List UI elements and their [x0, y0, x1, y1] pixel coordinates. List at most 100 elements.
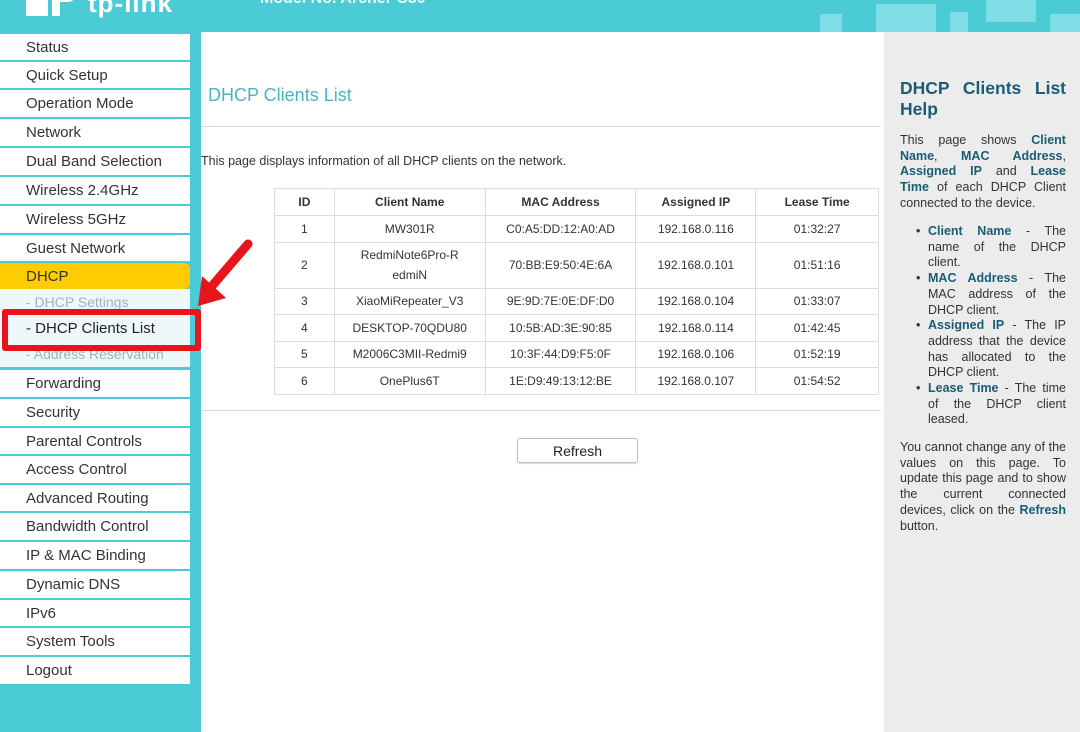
column-header-id: ID: [274, 188, 335, 216]
annotation-arrow-icon: [198, 239, 253, 306]
page-description: This page displays information of all DH…: [201, 154, 567, 168]
help-title-suffix: Help: [900, 99, 938, 119]
cell-lease-time: 01:32:27: [755, 215, 879, 243]
cell-assigned-ip: 192.168.0.114: [635, 314, 757, 342]
cell-mac-address: 1E:D9:49:13:12:BE: [484, 367, 637, 395]
page-title: DHCP Clients List: [208, 85, 352, 105]
cell-id: 4: [274, 314, 335, 342]
cell-lease-time: 01:52:19: [755, 340, 879, 368]
column-header-mac-address: MAC Address: [484, 188, 637, 216]
sidebar-item-bandwidth-control[interactable]: Bandwidth Control: [0, 513, 190, 540]
help-title: DHCP Clients List: [900, 78, 1066, 98]
cell-client-name: DESKTOP-70QDU80: [333, 314, 486, 342]
help-footer: You cannot change any of the values on t…: [900, 440, 1066, 534]
refresh-button[interactable]: Refresh: [517, 438, 638, 463]
table-row: 4 DESKTOP-70QDU80 10:5B:AD:3E:90:85 192.…: [274, 314, 879, 342]
help-bullet-term: Lease Time: [928, 381, 999, 396]
sidebar-item-forwarding[interactable]: Forwarding: [0, 370, 190, 397]
column-header-assigned-ip: Assigned IP: [635, 188, 757, 216]
header-decoration: [876, 4, 936, 32]
brand-name: tp-link: [88, 0, 173, 18]
cell-id: 5: [274, 340, 335, 368]
cell-assigned-ip: 192.168.0.104: [635, 287, 757, 315]
cell-mac-address: 10:3F:44:D9:F5:0F: [484, 340, 637, 368]
help-footer-end: button.: [900, 518, 939, 533]
table-row: 3 XiaoMiRepeater_V3 9E:9D:7E:0E:DF:D0 19…: [274, 287, 879, 315]
cell-lease-time: 01:54:52: [755, 367, 879, 395]
help-panel: DHCP Clients List Help This page shows C…: [884, 32, 1080, 732]
help-bullet: Assigned IP - The IP address that the de…: [916, 318, 1066, 381]
sidebar-item-security[interactable]: Security: [0, 399, 190, 426]
sidebar-item-dhcp[interactable]: DHCP: [0, 263, 190, 289]
cell-lease-time: 01:51:16: [755, 241, 879, 289]
cell-lease-time: 01:33:07: [755, 287, 879, 315]
sidebar-item-guest-network[interactable]: Guest Network: [0, 235, 190, 261]
help-term-assigned-ip: Assigned IP: [900, 164, 982, 179]
sidebar-item-logout[interactable]: Logout: [0, 657, 190, 684]
help-bullet: Lease Time - The time of the DHCP client…: [916, 381, 1066, 428]
help-bullet-term: Assigned IP: [928, 318, 1005, 333]
header-decoration: [950, 12, 968, 32]
tp-link-logo-icon: [26, 0, 74, 16]
table-row: 5 M2006C3MII-Redmi9 10:3F:44:D9:F5:0F 19…: [274, 340, 879, 368]
help-sep: ,: [934, 148, 938, 163]
help-bullet-term: Client Name: [928, 224, 1012, 238]
table-header-row: ID Client Name MAC Address Assigned IP L…: [274, 188, 879, 216]
cell-client-name: RedmiNote6Pro-RedmiN: [333, 241, 486, 289]
sidebar-item-advanced-routing[interactable]: Advanced Routing: [0, 485, 190, 511]
sidebar-item-network[interactable]: Network: [0, 119, 190, 146]
divider: [201, 126, 881, 127]
cell-client-name-text: RedmiNote6Pro-RedmiN: [360, 248, 459, 282]
cell-client-name: XiaoMiRepeater_V3: [333, 287, 486, 315]
cell-assigned-ip: 192.168.0.101: [635, 241, 757, 289]
header-bar: tp-link Model No. Archer C50: [0, 0, 1080, 32]
column-header-lease-time: Lease Time: [755, 188, 879, 216]
cell-mac-address: C0:A5:DD:12:A0:AD: [484, 215, 637, 243]
help-bullet: Client Name - The name of the DHCP clien…: [916, 224, 1066, 271]
help-and: and: [995, 164, 1017, 179]
help-term-refresh: Refresh: [1019, 502, 1067, 517]
cell-mac-address: 10:5B:AD:3E:90:85: [484, 314, 637, 342]
column-header-client-name: Client Name: [333, 188, 486, 216]
cell-assigned-ip: 192.168.0.106: [635, 340, 757, 368]
header-decoration: [1050, 14, 1080, 32]
cell-mac-address: 70:BB:E9:50:4E:6A: [484, 241, 637, 289]
cell-id: 6: [274, 367, 335, 395]
cell-client-name: M2006C3MII-Redmi9: [333, 340, 486, 368]
sidebar-item-quick-setup[interactable]: Quick Setup: [0, 62, 190, 88]
annotation-highlight-box: [2, 309, 201, 351]
table-row: 6 OnePlus6T 1E:D9:49:13:12:BE 192.168.0.…: [274, 367, 879, 395]
cell-id: 1: [274, 215, 335, 243]
sidebar-item-dynamic-dns[interactable]: Dynamic DNS: [0, 571, 190, 598]
cell-id: 2: [274, 241, 335, 289]
cell-client-name: OnePlus6T: [333, 367, 486, 395]
help-bullet-term: MAC Address: [928, 271, 1018, 286]
sidebar-item-wireless-2-4ghz[interactable]: Wireless 2.4GHz: [0, 177, 190, 204]
header-decoration: [986, 0, 1036, 22]
help-bullet-list: Client Name - The name of the DHCP clien…: [916, 224, 1066, 428]
cell-lease-time: 01:42:45: [755, 314, 879, 342]
sidebar-item-ip-mac-binding[interactable]: IP & MAC Binding: [0, 542, 190, 569]
cell-assigned-ip: 192.168.0.116: [635, 215, 757, 243]
sidebar-item-ipv6[interactable]: IPv6: [0, 600, 190, 626]
dhcp-clients-table: ID Client Name MAC Address Assigned IP L…: [274, 188, 879, 395]
sidebar-item-operation-mode[interactable]: Operation Mode: [0, 90, 190, 117]
sidebar-item-dual-band-selection[interactable]: Dual Band Selection: [0, 148, 190, 175]
help-term-mac-address: MAC Address: [961, 148, 1063, 163]
model-number: Model No. Archer C50: [260, 0, 426, 8]
table-row: 2 RedmiNote6Pro-RedmiN 70:BB:E9:50:4E:6A…: [274, 241, 879, 289]
sidebar-item-parental-controls[interactable]: Parental Controls: [0, 428, 190, 454]
sidebar-item-system-tools[interactable]: System Tools: [0, 628, 190, 655]
sidebar-item-status[interactable]: Status: [0, 34, 190, 60]
cell-id: 3: [274, 287, 335, 315]
header-decoration: [820, 14, 842, 32]
help-intro: This page shows Client Name, MAC Address…: [900, 133, 1066, 212]
sidebar-item-access-control[interactable]: Access Control: [0, 456, 190, 483]
help-sep: ,: [1062, 148, 1066, 163]
cell-client-name: MW301R: [333, 215, 486, 243]
cell-assigned-ip: 192.168.0.107: [635, 367, 757, 395]
table-row: 1 MW301R C0:A5:DD:12:A0:AD 192.168.0.116…: [274, 215, 879, 243]
main-content: DHCP Clients List This page displays inf…: [201, 32, 884, 732]
cell-mac-address: 9E:9D:7E:0E:DF:D0: [484, 287, 637, 315]
sidebar-item-wireless-5ghz[interactable]: Wireless 5GHz: [0, 206, 190, 233]
